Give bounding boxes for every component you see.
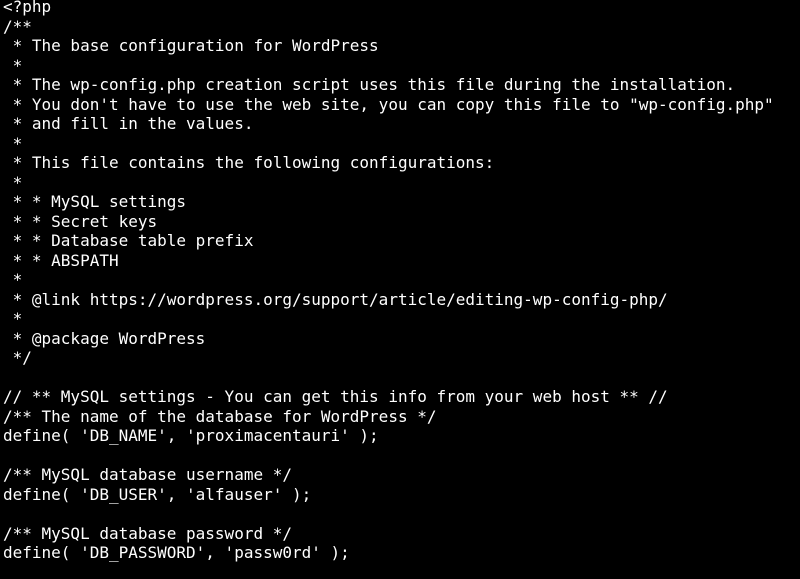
code-line-comment-blank: *: [3, 133, 23, 153]
code-line-docblock-end: */: [3, 348, 32, 367]
code-line-base-config-title: * The base configuration for WordPress: [3, 36, 379, 55]
code-line-link: * @link https://wordpress.org/support/ar…: [3, 289, 668, 309]
code-line-docblock-start: /**: [3, 16, 32, 36]
code-line-copy-file-note: * You don't have to use the web site, yo…: [3, 94, 774, 114]
code-line-db-password-comment: /** MySQL database password */: [3, 523, 292, 543]
code-line-db-user-comment: /** MySQL database username */: [3, 465, 292, 484]
code-line-abspath-item: * * ABSPATH: [3, 250, 119, 270]
code-line-fill-values-note: * and fill in the values.: [3, 114, 254, 133]
code-line-comment-blank: *: [3, 55, 23, 75]
code-line-comment-blank: *: [3, 172, 23, 192]
code-line-php-open-tag: <?php: [3, 0, 52, 16]
code-line-mysql-settings-comment: // ** MySQL settings - You can get this …: [3, 387, 668, 406]
code-line-db-password-define: define( 'DB_PASSWORD', 'passw0rd' );: [3, 543, 350, 562]
code-line-db-name-comment: /** The name of the database for WordPre…: [3, 406, 437, 426]
code-line-creation-script-note: * The wp-config.php creation script uses…: [3, 75, 736, 94]
code-line-db-user-define: define( 'DB_USER', 'alfauser' );: [3, 484, 312, 504]
code-line-secret-keys-item: * * Secret keys: [3, 211, 158, 231]
terminal-window[interactable]: <?php /** * The base configuration for W…: [0, 0, 800, 579]
code-line-mysql-settings-item: * * MySQL settings: [3, 192, 187, 211]
code-line-package: * @package WordPress: [3, 328, 206, 348]
code-line-table-prefix-item: * * Database table prefix: [3, 231, 254, 250]
code-line-comment-blank: *: [3, 309, 23, 328]
code-line-db-name-define: define( 'DB_NAME', 'proximacentauri' );: [3, 426, 379, 445]
code-line-comment-blank: *: [3, 270, 23, 289]
code-line-configurations-heading: * This file contains the following confi…: [3, 153, 495, 172]
